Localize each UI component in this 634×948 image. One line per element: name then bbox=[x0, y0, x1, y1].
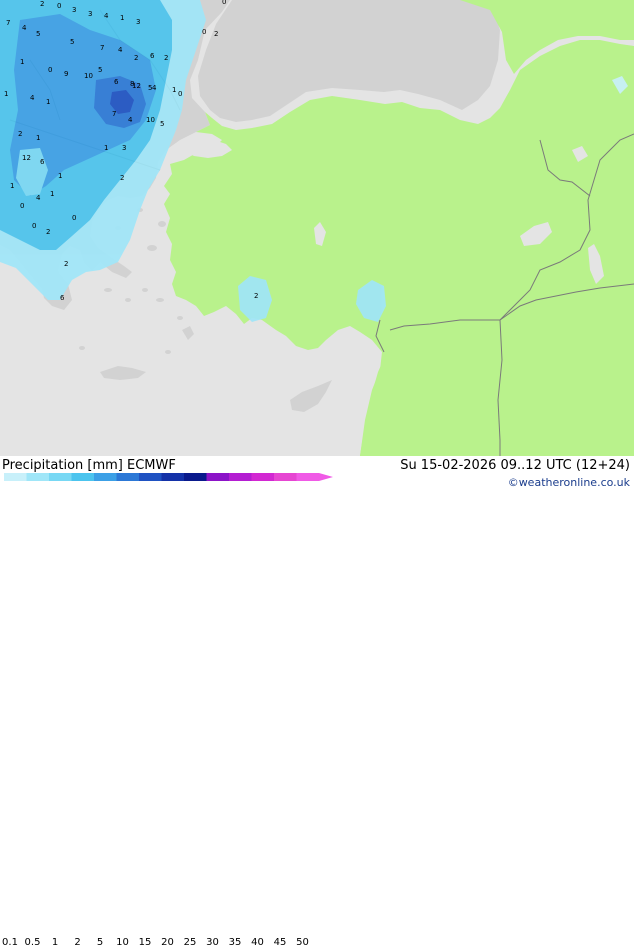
legend-tick-label: 35 bbox=[228, 937, 242, 948]
precip-value-label: 12 bbox=[132, 82, 141, 90]
precip-value-label: 1 bbox=[50, 190, 54, 198]
precip-value-label: 1 bbox=[4, 90, 8, 98]
precip-value-label: 0 bbox=[20, 202, 24, 210]
legend-tick-label: 15 bbox=[138, 937, 152, 948]
legend-tick-label: 50 bbox=[296, 937, 309, 948]
legend-swatch bbox=[206, 473, 229, 481]
legend-tick-label: 10 bbox=[116, 937, 129, 948]
precip-value-label: 2 bbox=[164, 54, 168, 62]
precip-value-label: 0 bbox=[178, 90, 182, 98]
precip-value-label: 5 bbox=[70, 38, 74, 46]
legend-swatch bbox=[251, 473, 274, 481]
precip-value-label: 1 bbox=[120, 14, 124, 22]
legend-swatch bbox=[184, 473, 207, 481]
precip-value-label: 2 bbox=[64, 260, 68, 268]
precip-value-label: 1 bbox=[10, 182, 14, 190]
legend-tick-label: 45 bbox=[273, 937, 287, 948]
precip-value-label: 2 bbox=[254, 292, 258, 300]
legend-swatch bbox=[274, 473, 297, 481]
legend-swatch bbox=[161, 473, 184, 481]
precip-value-label: 2 bbox=[40, 0, 44, 8]
precip-value-label: 1 bbox=[36, 134, 40, 142]
legend-swatch bbox=[49, 473, 72, 481]
precip-value-label: 4 bbox=[22, 24, 27, 32]
precip-value-label: 3 bbox=[122, 144, 126, 152]
precip-value-label: 0 bbox=[57, 2, 61, 10]
precip-value-label: 2 bbox=[120, 174, 124, 182]
precip-value-label: 1 bbox=[46, 98, 50, 106]
precip-value-label: 4 bbox=[36, 194, 41, 202]
precip-value-label: 3 bbox=[72, 6, 76, 14]
valid-time: Su 15-02-2026 09..12 UTC (12+24) bbox=[400, 458, 630, 473]
legend-swatch bbox=[296, 473, 319, 481]
legend-tick-label: 25 bbox=[183, 937, 197, 948]
legend-tick-label: 20 bbox=[161, 937, 174, 948]
precip-value-label: 6 bbox=[114, 78, 119, 86]
precip-value-label: 2 bbox=[134, 54, 138, 62]
precip-value-label: 1 bbox=[104, 144, 108, 152]
precip-value-label: 2 bbox=[214, 30, 218, 38]
precip-value-label: 6 bbox=[150, 52, 155, 60]
legend-swatch bbox=[71, 473, 94, 481]
precip-value-label: 7 bbox=[100, 44, 104, 52]
precip-value-label: 0 bbox=[32, 222, 36, 230]
title-text: Precipitation [mm] bbox=[2, 458, 123, 473]
precip-value-label: 5 bbox=[160, 120, 164, 128]
precip-value-label: 7 bbox=[6, 19, 10, 27]
legend-swatch bbox=[26, 473, 49, 481]
precip-value-label: 0 bbox=[48, 66, 52, 74]
precip-value-label: 4 bbox=[104, 12, 109, 20]
legend-tick-label: 0.1 bbox=[2, 937, 18, 948]
precip-value-label: 1 bbox=[20, 58, 24, 66]
precip-value-label: 3 bbox=[136, 18, 140, 26]
precip-value-label: 9 bbox=[64, 70, 68, 78]
precip-value-label: 3 bbox=[88, 10, 92, 18]
precip-value-label: 0 bbox=[222, 0, 226, 6]
legend-tick-label: 40 bbox=[251, 937, 264, 948]
precip-value-label: 4 bbox=[128, 116, 133, 124]
precip-value-label: 4 bbox=[118, 46, 123, 54]
precip-value-label: 6 bbox=[40, 158, 45, 166]
precip-value-label: 10 bbox=[84, 72, 93, 80]
legend-swatch bbox=[116, 473, 139, 481]
precip-value-label: 5 bbox=[148, 84, 152, 92]
legend-tick-label: 0.5 bbox=[24, 937, 41, 948]
precip-value-label: 0 bbox=[202, 28, 206, 36]
precip-value-label: 0 bbox=[72, 214, 76, 222]
legend-swatch bbox=[229, 473, 252, 481]
footer: Precipitation [mm] ECMWF Su 15-02-2026 0… bbox=[0, 456, 634, 948]
precip-value-label: 1 bbox=[58, 172, 62, 180]
precip-value-label: 5 bbox=[36, 30, 40, 38]
legend-arrow bbox=[319, 473, 333, 481]
precip-value-label: 1 bbox=[172, 86, 176, 94]
precip-value-label: 5 bbox=[98, 66, 102, 74]
precip-value-label: 6 bbox=[60, 294, 65, 302]
precip-value-label: 10 bbox=[146, 116, 155, 124]
legend-tick-label: 2 bbox=[74, 937, 81, 948]
precipitation-map: 2 0 3 3 4 1 374557 42 6 210 9 1056 8 4 112 51 4 174 10 52 11… bbox=[0, 0, 634, 456]
precip-value-label: 4 bbox=[30, 94, 35, 102]
legend-tick-label: 5 bbox=[96, 937, 104, 948]
legend-swatch bbox=[139, 473, 162, 481]
color-legend bbox=[4, 473, 333, 481]
model-text: ECMWF bbox=[127, 458, 176, 473]
legend-swatch bbox=[4, 473, 27, 481]
precip-value-label: 2 bbox=[18, 130, 22, 138]
precip-value-label: 2 bbox=[46, 228, 50, 236]
precip-value-label: 7 bbox=[112, 110, 116, 118]
legend-tick-label: 1 bbox=[51, 937, 59, 948]
precip-value-label: 12 bbox=[22, 154, 31, 162]
legend-swatch bbox=[94, 473, 117, 481]
title-label: Precipitation [mm] ECMWF bbox=[2, 458, 176, 473]
legend-tick-label: 30 bbox=[206, 937, 219, 948]
precip-value-label: 4 bbox=[152, 84, 157, 92]
credit-text: ©weatheronline.co.uk bbox=[507, 476, 630, 489]
